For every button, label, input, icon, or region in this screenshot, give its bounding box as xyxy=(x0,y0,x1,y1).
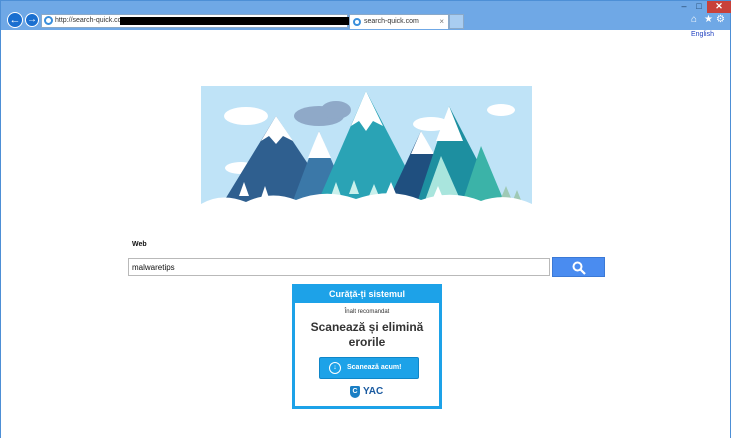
ad-title: Curăță-ți sistemul xyxy=(328,289,406,299)
tab-search-quick[interactable]: search-quick.com × xyxy=(349,14,449,29)
address-url: http://search-quick.com xyxy=(55,17,128,24)
logo-text: YAC xyxy=(363,386,384,397)
search-button[interactable] xyxy=(552,257,605,277)
star-icon[interactable]: ★ xyxy=(704,15,713,25)
ad-subtitle: Înalt recomandat xyxy=(344,309,390,315)
browser-toolbar: – □ ✕ ← → http://search-quick.com ⌕ ▾ ↻ … xyxy=(1,1,731,30)
forward-arrow-icon[interactable]: → xyxy=(25,13,39,27)
web-tab-label[interactable]: Web xyxy=(132,241,147,248)
search-input[interactable] xyxy=(128,258,550,276)
download-icon: ↓ xyxy=(329,362,341,374)
ad-headline: Scanează și elimină erorile xyxy=(295,320,439,350)
ad-body: Înalt recomandat Scanează și elimină ero… xyxy=(295,303,439,406)
redacted-url-block xyxy=(120,17,362,25)
ad-headline-line1: Scanează și elimină xyxy=(310,320,424,334)
tab-close-icon[interactable]: × xyxy=(439,15,444,29)
scan-now-label: Scanează acum! xyxy=(347,364,402,371)
magnifier-icon xyxy=(572,261,586,275)
ie-logo-icon xyxy=(353,18,361,26)
new-tab-button[interactable] xyxy=(449,14,464,29)
close-window-button[interactable]: ✕ xyxy=(707,1,731,13)
shield-icon: C xyxy=(350,386,360,398)
maximize-button[interactable]: □ xyxy=(692,1,706,13)
ad-headline-line2: erorile xyxy=(348,335,386,349)
home-icon[interactable]: ⌂ xyxy=(691,15,697,25)
address-bar[interactable]: http://search-quick.com ⌕ ▾ ↻ xyxy=(41,14,386,28)
browser-window: – □ ✕ ← → http://search-quick.com ⌕ ▾ ↻ … xyxy=(0,0,731,438)
tab-title: search-quick.com xyxy=(364,18,419,25)
ad-panel: Curăță-ți sistemul Înalt recomandat Scan… xyxy=(292,284,442,409)
mountains-illustration xyxy=(201,86,532,215)
gear-icon[interactable]: ⚙ xyxy=(716,15,725,25)
minimize-button[interactable]: – xyxy=(677,1,691,13)
scan-now-button[interactable]: ↓ Scanează acum! xyxy=(319,357,419,379)
language-link[interactable]: English xyxy=(691,31,714,38)
ie-logo-icon xyxy=(44,16,53,25)
page-content: English Web malwaretips Curăță-ți sistem… xyxy=(1,30,730,438)
back-arrow-icon[interactable]: ← xyxy=(7,12,23,28)
